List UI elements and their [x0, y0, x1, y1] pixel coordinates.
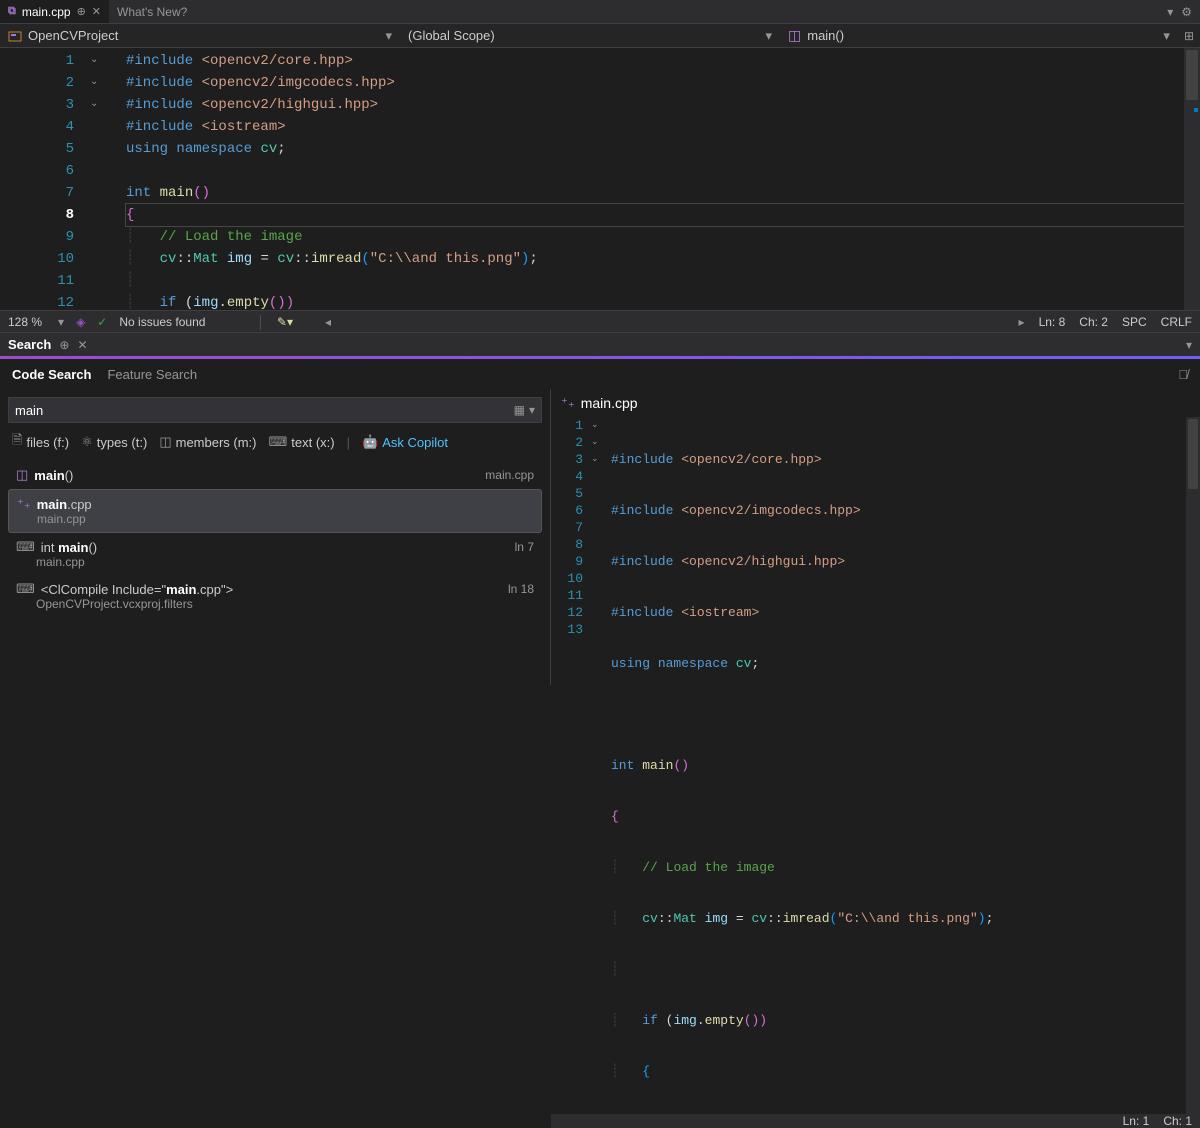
- text-icon: ⌨: [16, 581, 35, 597]
- cpp-file-icon: ⁺₊: [17, 496, 31, 512]
- zoom-level[interactable]: 128 %: [8, 315, 42, 329]
- line-ending[interactable]: CRLF: [1161, 315, 1192, 329]
- search-panel-header: Search ⊕ ✕ ▾: [0, 332, 1200, 356]
- scroll-left-icon[interactable]: ◂: [325, 315, 331, 329]
- filter-files[interactable]: 🗎files (f:): [12, 431, 69, 453]
- search-body: ▦ ▾ 🗎files (f:) ⚛types (t:) ◫members (m:…: [0, 389, 1200, 685]
- preview-status-bar: Ln: 1 Ch: 1: [551, 1114, 1200, 1128]
- nav-extras: ⊞: [1178, 29, 1200, 43]
- ask-copilot-button[interactable]: 🤖Ask Copilot: [362, 434, 448, 450]
- function-icon: ◫: [16, 467, 28, 483]
- pin-icon[interactable]: ⊕: [77, 5, 86, 18]
- nav-scope-label: (Global Scope): [408, 28, 495, 43]
- search-results-list: ◫main()main.cpp ⁺₊main.cpp main.cpp ⌨int…: [8, 461, 542, 677]
- main-editor[interactable]: 123456789101112 ⌄⌄⌄ #include <opencv2/co…: [0, 48, 1200, 310]
- editor-tab-bar: ⧉ main.cpp ⊕ ✕ What's New? ▾ ⚙: [0, 0, 1200, 24]
- types-icon: ⚛: [81, 434, 93, 450]
- search-filters: 🗎files (f:) ⚛types (t:) ◫members (m:) ⌨t…: [8, 423, 542, 461]
- filter-members[interactable]: ◫members (m:): [159, 434, 256, 450]
- issues-label[interactable]: No issues found: [119, 315, 205, 329]
- chevron-down-icon[interactable]: ▾: [58, 315, 64, 329]
- search-input[interactable]: [15, 403, 514, 418]
- tab-label: What's New?: [117, 5, 187, 19]
- close-icon[interactable]: ✕: [77, 338, 87, 352]
- copilot-icon: 🤖: [362, 434, 378, 450]
- filter-icon[interactable]: ▦: [514, 403, 525, 417]
- gear-icon[interactable]: ⚙: [1181, 5, 1192, 19]
- pin-icon[interactable]: ⊕: [59, 338, 69, 352]
- tab-label: main.cpp: [22, 5, 71, 19]
- members-icon: ◫: [159, 434, 171, 450]
- preview-header: ⁺₊ main.cpp: [551, 389, 1200, 417]
- chevron-down-icon[interactable]: ▾: [1186, 338, 1192, 352]
- tab-whats-new[interactable]: What's New?: [109, 0, 195, 23]
- indent-mode[interactable]: SPC: [1122, 315, 1147, 329]
- check-icon: ✓: [97, 315, 107, 329]
- text-icon: ⌨: [269, 434, 288, 450]
- search-preview-pane: ⁺₊ main.cpp 12345678910111213 ⌄⌄⌄ #inclu…: [550, 389, 1200, 685]
- preview-line-indicator[interactable]: Ln: 1: [1123, 1114, 1150, 1128]
- text-icon: ⌨: [16, 539, 35, 555]
- scroll-right-icon[interactable]: ▸: [1019, 315, 1025, 329]
- function-icon: ◫: [788, 27, 801, 44]
- chevron-down-icon: ▾: [765, 28, 772, 44]
- line-number-gutter: 123456789101112: [0, 48, 90, 310]
- tab-feature-search[interactable]: Feature Search: [107, 367, 197, 382]
- search-panel-title: Search: [8, 337, 51, 352]
- preview-code[interactable]: #include <opencv2/core.hpp> #include <op…: [611, 417, 1186, 1114]
- search-result-line[interactable]: ⌨<ClCompile Include="main.cpp">ln 18 Ope…: [8, 575, 542, 617]
- intellisense-icon[interactable]: ◈: [76, 315, 85, 329]
- navigation-bar: OpenCVProject ▾ (Global Scope) ▾ ◫ main(…: [0, 24, 1200, 48]
- tab-bar-actions: ▾ ⚙: [1159, 5, 1200, 19]
- split-icon[interactable]: ⊞: [1184, 29, 1194, 43]
- preview-column-indicator[interactable]: Ch: 1: [1163, 1114, 1192, 1128]
- nav-project-label: OpenCVProject: [28, 28, 118, 43]
- nav-function-dropdown[interactable]: ◫ main() ▾: [780, 27, 1178, 44]
- search-result-line[interactable]: ⌨int main()ln 7 main.cpp: [8, 533, 542, 575]
- code-area[interactable]: #include <opencv2/core.hpp> #include <op…: [126, 48, 1184, 310]
- search-input-row: ▦ ▾: [8, 397, 542, 423]
- preview-scrollbar[interactable]: [1186, 417, 1200, 1114]
- chevron-down-icon[interactable]: ▾: [529, 403, 535, 417]
- search-result-function[interactable]: ◫main()main.cpp: [8, 461, 542, 489]
- chevron-down-icon[interactable]: ▾: [1167, 5, 1173, 19]
- file-icon: 🗎: [12, 431, 22, 453]
- tab-main-cpp[interactable]: ⧉ main.cpp ⊕ ✕: [0, 0, 109, 23]
- nav-project-dropdown[interactable]: OpenCVProject ▾: [0, 28, 400, 44]
- filter-text[interactable]: ⌨text (x:): [269, 434, 335, 450]
- nav-scope-dropdown[interactable]: (Global Scope) ▾: [400, 28, 780, 44]
- filter-types[interactable]: ⚛types (t:): [81, 434, 147, 450]
- tab-code-search[interactable]: Code Search: [12, 367, 91, 382]
- chevron-down-icon: ▾: [1163, 28, 1170, 44]
- nav-function-label: main(): [807, 28, 844, 43]
- eye-off-icon[interactable]: 👁̸: [1178, 367, 1188, 382]
- cpp-file-icon: ⁺₊: [561, 395, 575, 411]
- project-icon: [8, 29, 22, 43]
- search-tabs: Code Search Feature Search 👁̸: [0, 359, 1200, 389]
- brush-icon[interactable]: ✎▾: [277, 315, 293, 329]
- preview-gutter: 12345678910111213: [551, 417, 591, 1114]
- close-icon[interactable]: ✕: [92, 5, 101, 18]
- search-results-pane: ▦ ▾ 🗎files (f:) ⚛types (t:) ◫members (m:…: [0, 389, 550, 685]
- preview-editor[interactable]: 12345678910111213 ⌄⌄⌄ #include <opencv2/…: [551, 417, 1200, 1114]
- preview-fold[interactable]: ⌄⌄⌄: [591, 417, 611, 1114]
- cpp-file-icon: ⧉: [8, 5, 16, 18]
- column-indicator[interactable]: Ch: 2: [1079, 315, 1108, 329]
- preview-filename: main.cpp: [581, 395, 638, 411]
- fold-column[interactable]: ⌄⌄⌄: [90, 48, 126, 310]
- search-result-file[interactable]: ⁺₊main.cpp main.cpp: [8, 489, 542, 533]
- editor-scrollbar[interactable]: [1184, 48, 1200, 310]
- chevron-down-icon: ▾: [385, 28, 392, 44]
- line-indicator[interactable]: Ln: 8: [1039, 315, 1066, 329]
